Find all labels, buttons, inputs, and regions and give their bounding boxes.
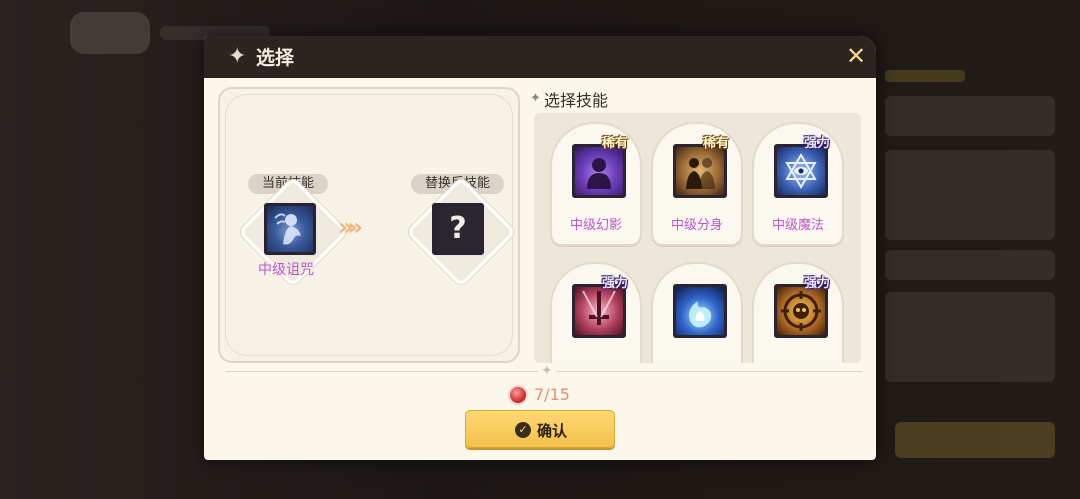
close-icon[interactable]: ✕ xyxy=(842,42,870,70)
skill-card[interactable]: 强力 xyxy=(550,262,642,363)
skill-name: 中级分身 xyxy=(670,218,723,233)
skill-card[interactable]: 稀有 中级分身 xyxy=(651,122,743,246)
skill-swap-panel: 当前技能 中级诅咒 »» 替换后技能 ? xyxy=(218,87,520,363)
skill-grid: 稀有 中级幻影 稀有 中级分身 强力 中级魔法 强力 强力 xyxy=(534,113,861,363)
check-icon: ✓ xyxy=(515,422,531,438)
flame-figure-icon xyxy=(689,301,712,328)
rarity-tag: 稀有 xyxy=(602,136,629,151)
power-tag: 强力 xyxy=(804,136,831,151)
skull-target-icon xyxy=(781,291,821,331)
background-panel xyxy=(885,150,1055,240)
confirm-label: 确认 xyxy=(537,422,568,440)
clone-figure-icon xyxy=(686,158,715,189)
rarity-tag: 稀有 xyxy=(703,136,730,151)
background-blurred-strip xyxy=(885,70,965,82)
phantom-figure-icon xyxy=(587,158,611,189)
curse-figure-icon xyxy=(274,213,301,245)
skill-card[interactable]: 强力 xyxy=(752,262,844,363)
background-panel xyxy=(885,292,1055,382)
background-blurred-button xyxy=(70,12,150,54)
chevron-right-icon: »» xyxy=(338,213,363,241)
select-skill-title: 选择技能 xyxy=(544,91,609,110)
skill-card[interactable]: 稀有 中级幻影 xyxy=(550,122,642,246)
sparkle-icon: ✦ xyxy=(530,91,541,106)
magic-skill-icon xyxy=(774,144,828,198)
curse-skill-icon[interactable] xyxy=(264,203,316,255)
phantom-skill-icon xyxy=(572,144,626,198)
target-skill-icon xyxy=(774,284,828,338)
magic-circle-icon xyxy=(785,153,817,189)
power-tag: 强力 xyxy=(602,276,629,291)
dialog-title: 选择 xyxy=(256,47,295,69)
skill-select-dialog: ✦ 选择 ✕ 当前技能 中级诅咒 »» 替换后技能 ? ✦ 选择技能 xyxy=(204,36,876,460)
sword-figure-icon xyxy=(582,290,616,325)
sword-skill-icon xyxy=(572,284,626,338)
sparkle-icon: ✦ xyxy=(228,44,247,69)
skill-name: 中级幻影 xyxy=(569,218,622,233)
background-panel xyxy=(885,250,1055,280)
blue-flame-skill-icon xyxy=(673,284,727,338)
background-panel xyxy=(885,96,1055,136)
sparkle-icon: ✦ xyxy=(538,363,556,379)
dialog-header: ✦ 选择 ✕ xyxy=(204,36,876,78)
cost-counter: 7/15 xyxy=(534,385,570,404)
skill-card[interactable]: 强力 中级魔法 xyxy=(752,122,844,246)
skill-card[interactable] xyxy=(651,262,743,363)
skill-name: 中级魔法 xyxy=(771,218,824,233)
confirm-button[interactable]: ✓ 确认 xyxy=(465,410,615,448)
red-gem-icon xyxy=(508,385,528,405)
question-mark-icon[interactable]: ? xyxy=(432,203,484,255)
background-button xyxy=(895,422,1055,458)
current-skill-name: 中级诅咒 xyxy=(258,262,314,278)
clone-skill-icon xyxy=(673,144,727,198)
power-tag: 强力 xyxy=(804,276,831,291)
